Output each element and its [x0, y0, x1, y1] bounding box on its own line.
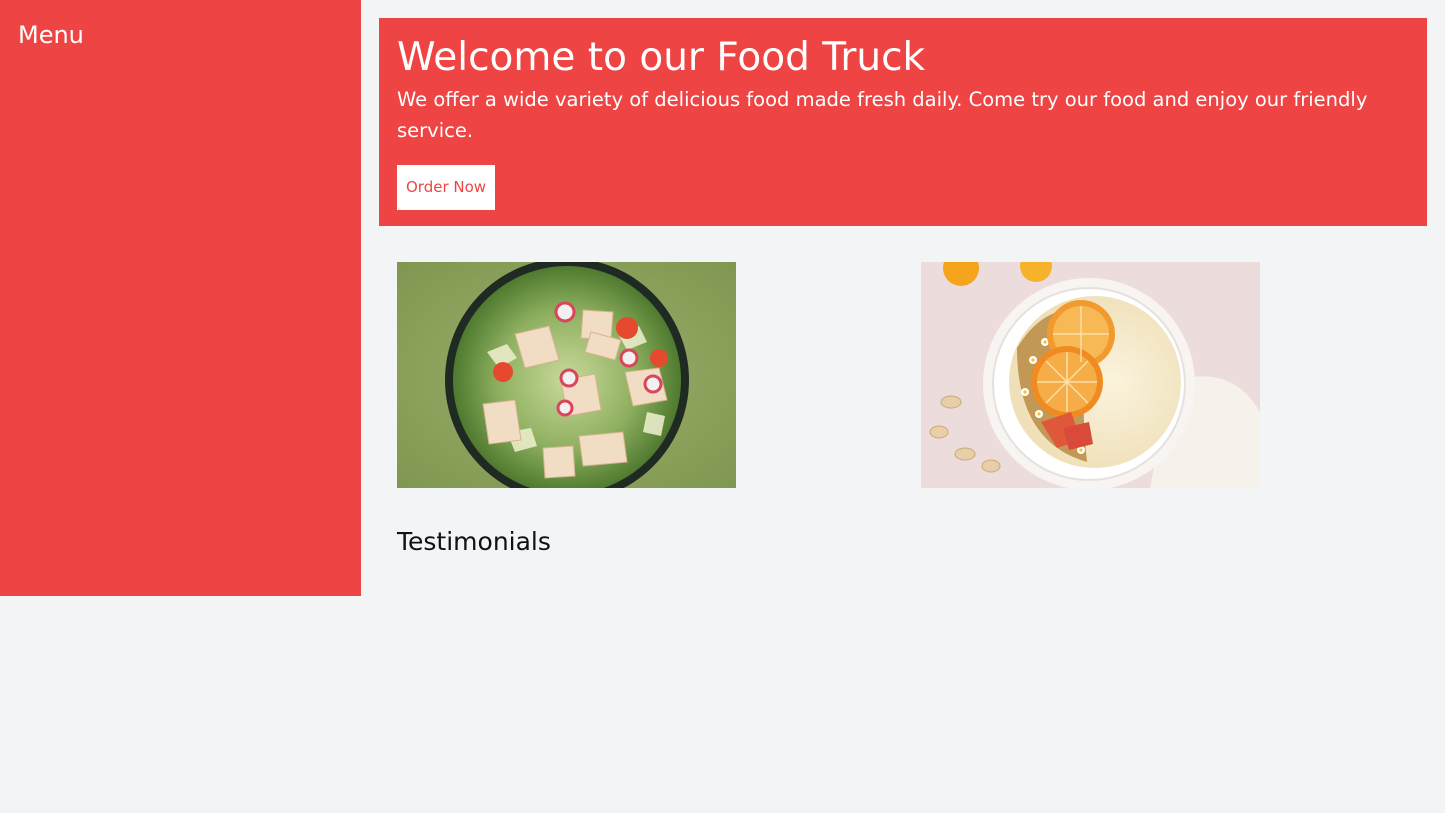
main-content: Welcome to our Food Truck We offer a wid…: [379, 18, 1427, 558]
sidebar: Menu: [0, 0, 361, 596]
page: Menu Welcome to our Food Truck We offer …: [0, 0, 1445, 813]
order-now-button[interactable]: Order Now: [397, 165, 496, 210]
fruit-bowl-image: [921, 262, 1260, 488]
salad-bowl-image: [397, 262, 736, 488]
sidebar-title[interactable]: Menu: [18, 18, 343, 52]
hero-description: We offer a wide variety of delicious foo…: [397, 88, 1368, 142]
hero-banner: Welcome to our Food Truck We offer a wid…: [379, 18, 1427, 226]
testimonials-heading: Testimonials: [397, 527, 551, 556]
food-gallery: [379, 262, 1427, 488]
hero-title: Welcome to our Food Truck: [397, 35, 926, 80]
